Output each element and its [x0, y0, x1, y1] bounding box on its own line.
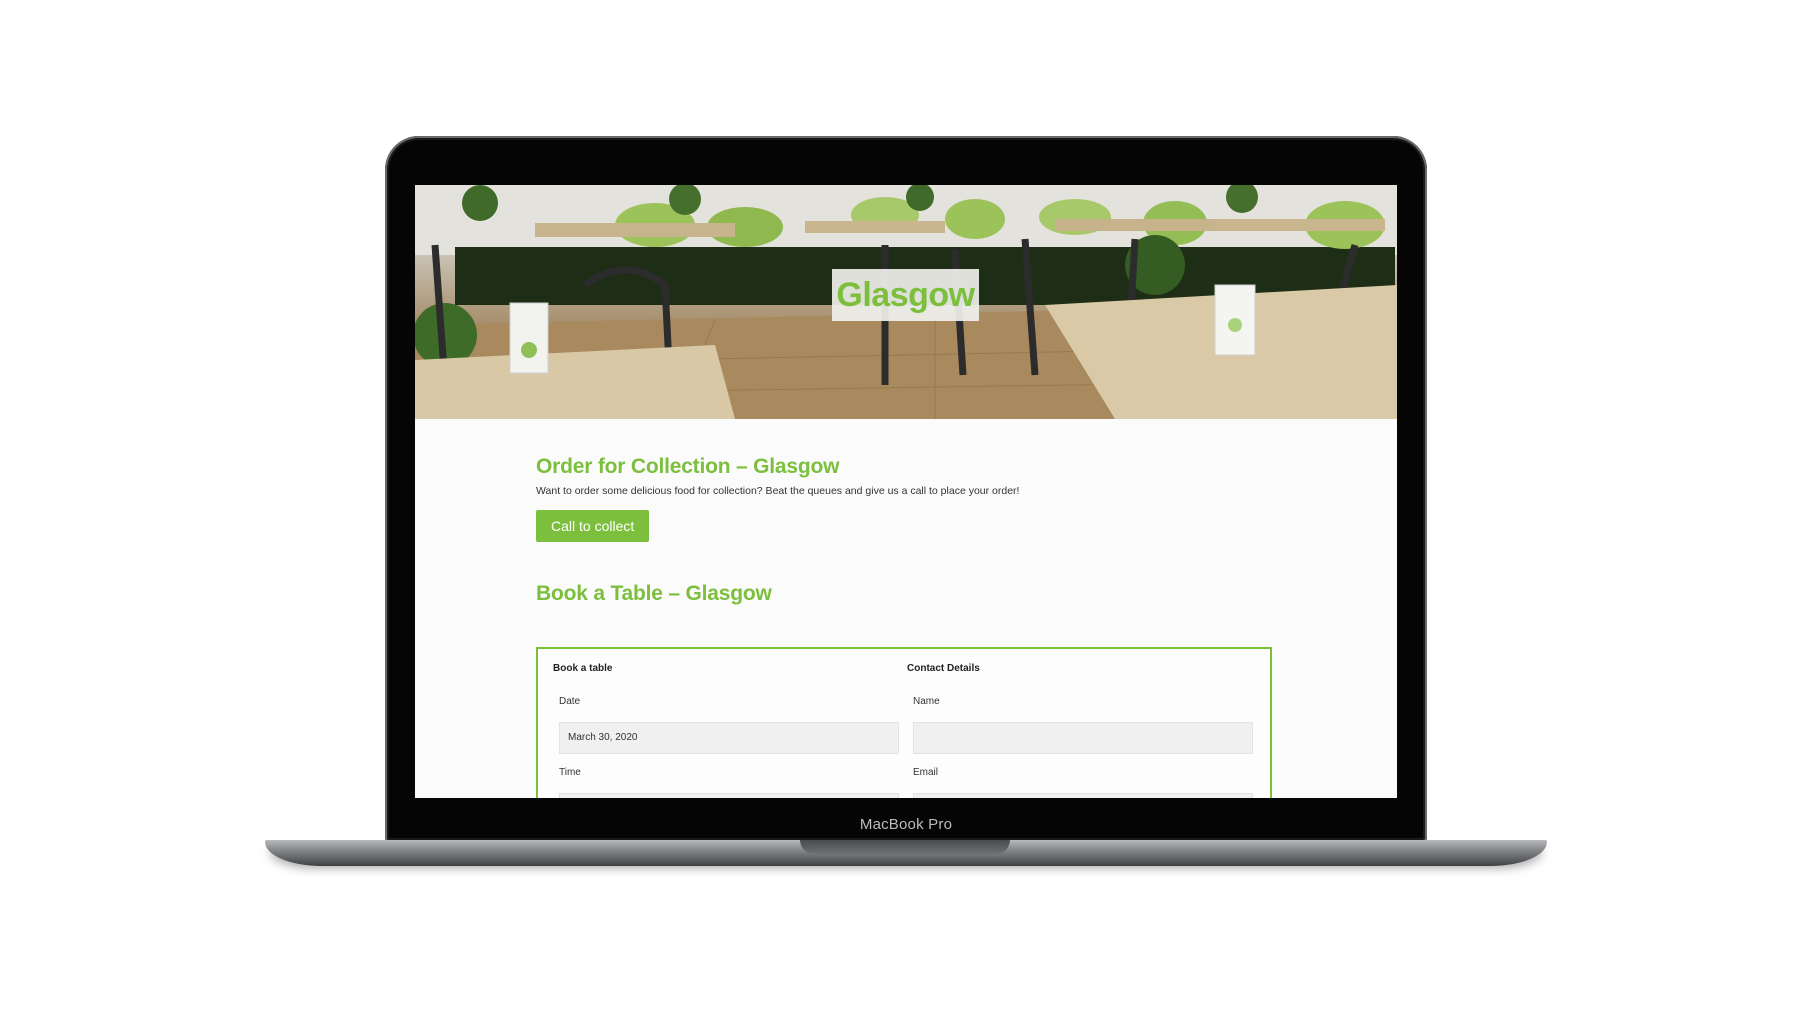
hero-title-box: Glasgow [832, 269, 979, 321]
call-to-collect-button[interactable]: Call to collect [536, 510, 650, 542]
device-label: MacBook Pro [859, 816, 953, 833]
hero-title: Glasgow [836, 275, 975, 314]
collection-heading: Order for Collection – Glasgow [536, 455, 840, 478]
name-field[interactable] [913, 722, 1253, 754]
contact-column-title: Contact Details [907, 663, 980, 674]
email-label: Email [913, 767, 939, 778]
time-field[interactable] [559, 793, 899, 798]
date-field[interactable]: March 30, 2020 [559, 722, 899, 754]
email-field[interactable] [913, 793, 1253, 798]
collection-section: Order for Collection – Glasgow Want to o… [536, 455, 1276, 606]
booking-column: Book a table Date March 30, 2020 Time [553, 663, 899, 798]
contact-column: Contact Details Name Email [907, 663, 1253, 798]
booking-column-title: Book a table [553, 663, 613, 674]
hero-banner: Glasgow [415, 185, 1397, 419]
mockup-stage: Glasgow Order for Collection – Glasgow W… [0, 0, 1800, 1020]
laptop-notch [800, 840, 1010, 854]
collection-intro: Want to order some delicious food for co… [536, 485, 1020, 497]
laptop-screen: Glasgow Order for Collection – Glasgow W… [415, 185, 1397, 798]
date-label: Date [559, 696, 581, 707]
booking-heading: Book a Table – Glasgow [536, 582, 772, 605]
name-label: Name [913, 696, 940, 707]
time-label: Time [559, 767, 581, 778]
booking-form: Book a table Date March 30, 2020 Time Co… [536, 647, 1272, 798]
